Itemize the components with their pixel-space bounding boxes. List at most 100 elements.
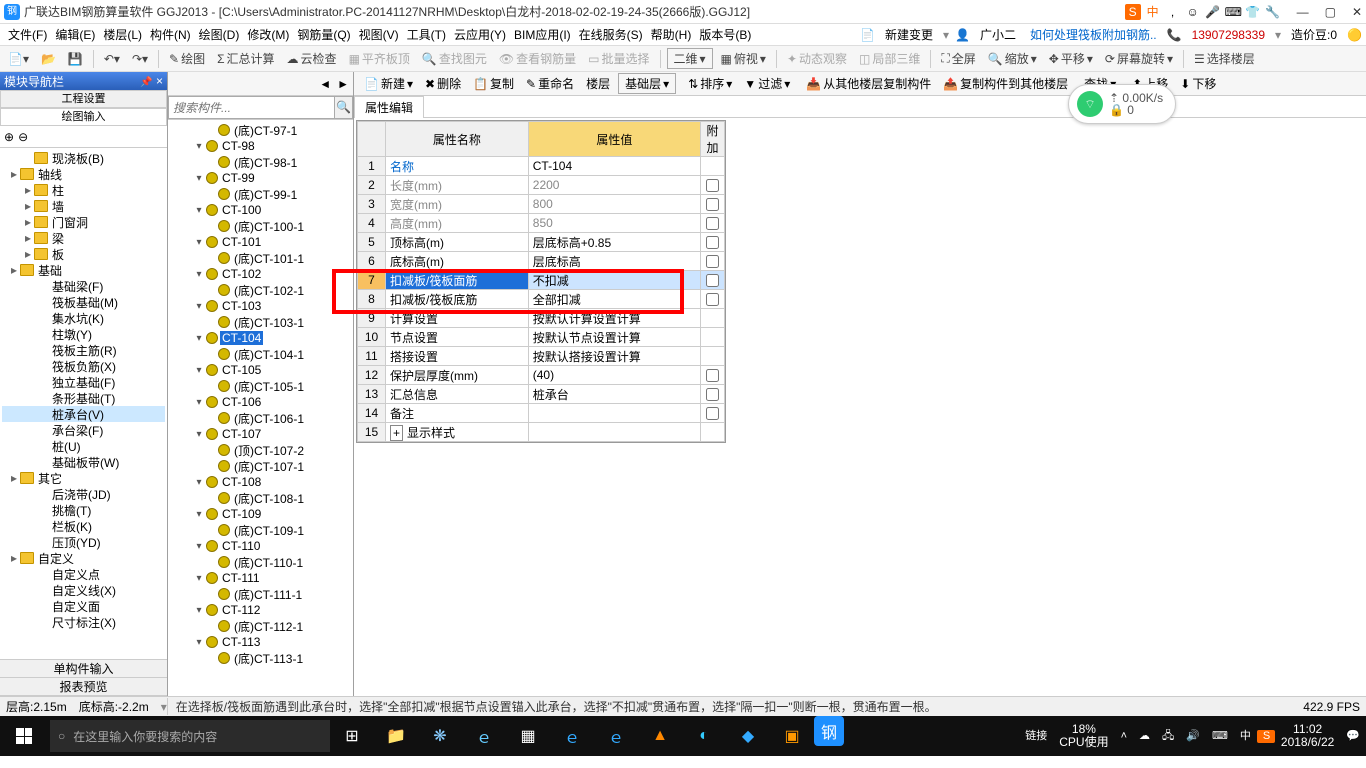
- tray-cpu[interactable]: 18%CPU使用: [1053, 723, 1114, 749]
- tray-icon[interactable]: ,: [1165, 4, 1181, 20]
- sogou-icon[interactable]: S: [1125, 4, 1141, 20]
- tree-node[interactable]: 压顶(YD): [2, 534, 165, 550]
- tree-node[interactable]: ▸自定义: [2, 550, 165, 566]
- tree-node[interactable]: ▸柱: [2, 182, 165, 198]
- tree-node[interactable]: 柱墩(Y): [2, 326, 165, 342]
- tray-keyboard-icon[interactable]: ⌨: [1206, 730, 1234, 743]
- component-tree[interactable]: (底)CT-97-1▾CT-98(底)CT-98-1▾CT-99(底)CT-99…: [168, 120, 353, 696]
- batch-button[interactable]: ▭ 批量选择: [584, 48, 653, 69]
- component-node[interactable]: ▾CT-101: [170, 234, 351, 250]
- component-node[interactable]: (底)CT-112-1: [170, 618, 351, 634]
- app-icon-4[interactable]: ▲: [638, 716, 682, 756]
- tree-node[interactable]: 筏板负筋(X): [2, 358, 165, 374]
- keyboard-icon[interactable]: ⌨: [1225, 4, 1241, 20]
- component-node[interactable]: ▾CT-105: [170, 362, 351, 378]
- emoji-icon[interactable]: ☺: [1185, 4, 1201, 20]
- menu-item[interactable]: 在线服务(S): [575, 26, 647, 44]
- tree-node[interactable]: ▸梁: [2, 230, 165, 246]
- zoom-button[interactable]: 🔍 缩放 ▾: [984, 48, 1041, 69]
- tree-node[interactable]: 独立基础(F): [2, 374, 165, 390]
- property-row[interactable]: 5顶标高(m)层底标高+0.85: [358, 233, 725, 252]
- flat-button[interactable]: ▦ 平齐板顶: [345, 48, 414, 69]
- menu-newchange[interactable]: 新建变更: [881, 24, 937, 45]
- component-node[interactable]: ▾CT-104: [170, 330, 351, 346]
- left-arrow-icon[interactable]: ◄: [319, 77, 331, 91]
- copyto-button[interactable]: 📤 复制构件到其他楼层: [939, 75, 1072, 92]
- open-file-button[interactable]: 📂: [37, 50, 60, 68]
- component-node[interactable]: (底)CT-104-1: [170, 346, 351, 362]
- property-row[interactable]: 1名称CT-104: [358, 157, 725, 176]
- app-icon-6[interactable]: ◆: [726, 716, 770, 756]
- draw-button[interactable]: ✎ 绘图: [165, 48, 209, 69]
- property-row[interactable]: 12保护层厚度(mm)(40): [358, 366, 725, 385]
- component-node[interactable]: (底)CT-105-1: [170, 378, 351, 394]
- tab-project[interactable]: 工程设置: [0, 90, 167, 107]
- undo-button[interactable]: ↶▾: [100, 50, 124, 68]
- component-node[interactable]: ▾CT-100: [170, 202, 351, 218]
- component-node[interactable]: ▾CT-99: [170, 170, 351, 186]
- component-node[interactable]: (底)CT-101-1: [170, 250, 351, 266]
- component-node[interactable]: (底)CT-111-1: [170, 586, 351, 602]
- tray-link[interactable]: 链接: [1019, 730, 1053, 743]
- tray-clock[interactable]: 11:022018/6/22: [1275, 723, 1340, 749]
- new-file-button[interactable]: 📄▾: [4, 50, 33, 68]
- maximize-button[interactable]: ▢: [1325, 5, 1336, 19]
- tree-node[interactable]: 条形基础(T): [2, 390, 165, 406]
- copyfrom-button[interactable]: 📥 从其他楼层复制构件: [802, 75, 935, 92]
- component-node[interactable]: (底)CT-108-1: [170, 490, 351, 506]
- menu-item[interactable]: BIM应用(I): [510, 26, 575, 44]
- tray-vol-icon[interactable]: 🔊: [1180, 730, 1206, 743]
- property-row[interactable]: 6底标高(m)层底标高: [358, 252, 725, 271]
- component-node[interactable]: ▾CT-112: [170, 602, 351, 618]
- menu-item[interactable]: 构件(N): [146, 26, 195, 44]
- component-node[interactable]: ▾CT-107: [170, 426, 351, 442]
- property-row[interactable]: 8扣减板/筏板底筋全部扣减: [358, 290, 725, 309]
- menu-item[interactable]: 工具(T): [403, 26, 450, 44]
- menu-item[interactable]: 云应用(Y): [450, 26, 510, 44]
- tree-node[interactable]: 基础梁(F): [2, 278, 165, 294]
- network-widget[interactable]: ⌔ ⇡ 0.00K/s 🔒 0: [1068, 84, 1176, 124]
- tree-node[interactable]: 筏板主筋(R): [2, 342, 165, 358]
- component-node[interactable]: (底)CT-102-1: [170, 282, 351, 298]
- component-node[interactable]: ▾CT-111: [170, 570, 351, 586]
- property-row[interactable]: 4高度(mm)850: [358, 214, 725, 233]
- menu-item[interactable]: 帮助(H): [647, 26, 696, 44]
- tray-cloud-icon[interactable]: ☁: [1133, 730, 1156, 743]
- search-button[interactable]: 🔍: [335, 96, 353, 119]
- search-input[interactable]: [168, 96, 335, 119]
- property-row[interactable]: 14备注: [358, 404, 725, 423]
- app-icon-7[interactable]: ▣: [770, 716, 814, 756]
- cost-label[interactable]: 造价豆:0: [1287, 24, 1341, 45]
- taskview-icon[interactable]: ⊞: [330, 716, 374, 756]
- fullscreen-button[interactable]: ⛶ 全屏: [937, 48, 979, 69]
- sum-button[interactable]: Σ 汇总计算: [213, 48, 278, 69]
- component-node[interactable]: (底)CT-109-1: [170, 522, 351, 538]
- wrench-icon[interactable]: 🔧: [1265, 4, 1281, 20]
- component-node[interactable]: ▾CT-109: [170, 506, 351, 522]
- mic-icon[interactable]: 🎤: [1205, 4, 1221, 20]
- menu-item[interactable]: 楼层(L): [99, 26, 146, 44]
- tray-up-icon[interactable]: ˄: [1115, 730, 1133, 743]
- tree-node[interactable]: ▸基础: [2, 262, 165, 278]
- tree-node[interactable]: ▸墙: [2, 198, 165, 214]
- tree-node[interactable]: 自定义线(X): [2, 582, 165, 598]
- component-node[interactable]: ▾CT-113: [170, 634, 351, 650]
- copy-button[interactable]: 📋 复制: [469, 75, 518, 92]
- redo-button[interactable]: ↷▾: [128, 50, 152, 68]
- tab-draw[interactable]: 绘图输入: [0, 108, 167, 125]
- property-row[interactable]: 15+显示样式: [358, 423, 725, 442]
- tree-node[interactable]: 桩承台(V): [2, 406, 165, 422]
- component-node[interactable]: (底)CT-107-1: [170, 458, 351, 474]
- skin-icon[interactable]: 👕: [1245, 4, 1261, 20]
- filter-button[interactable]: ▼ 过滤 ▾: [740, 75, 794, 92]
- component-node[interactable]: ▾CT-108: [170, 474, 351, 490]
- tree-node[interactable]: 集水坑(K): [2, 310, 165, 326]
- collapse-icon[interactable]: ⊖: [18, 130, 28, 144]
- tray-sogou-icon[interactable]: S: [1257, 730, 1275, 743]
- ime-lang[interactable]: 中: [1145, 4, 1161, 20]
- tree-node[interactable]: 承台梁(F): [2, 422, 165, 438]
- pan-button[interactable]: ✥ 平移 ▾: [1045, 48, 1097, 69]
- tree-node[interactable]: 自定义点: [2, 566, 165, 582]
- tab-single[interactable]: 单构件输入: [0, 660, 167, 678]
- app-icon-2[interactable]: ❋: [418, 716, 462, 756]
